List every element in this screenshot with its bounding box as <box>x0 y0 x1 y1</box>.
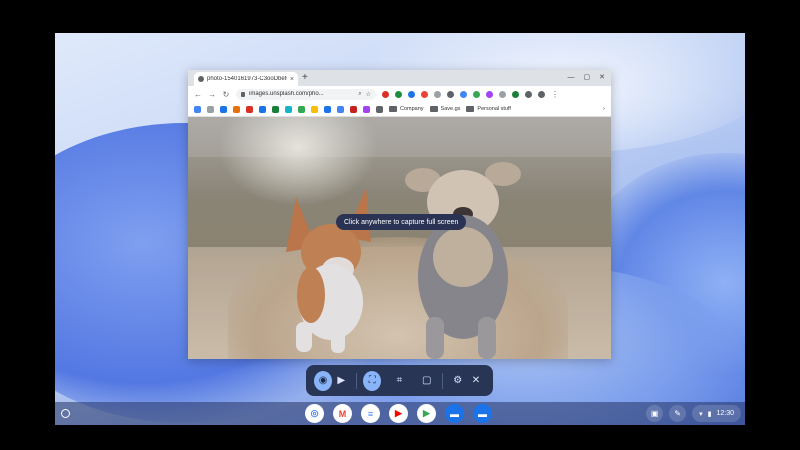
maximize-icon[interactable]: ▢ <box>584 72 591 84</box>
bookmark-icon[interactable] <box>272 105 279 113</box>
close-window-icon[interactable]: ✕ <box>599 72 605 84</box>
bookmark-icon[interactable] <box>311 105 318 113</box>
window-controls: — ▢ ✕ <box>568 72 606 84</box>
bookmark-icon[interactable] <box>246 105 253 113</box>
extension-icon[interactable] <box>434 90 441 98</box>
globe-icon <box>198 76 204 82</box>
bookmark-folder-label: Company <box>400 106 424 112</box>
folder-icon <box>429 106 438 112</box>
bookmark-folder[interactable]: Save.gs <box>429 106 461 112</box>
partial-capture-icon: ⌗ <box>396 375 403 386</box>
files-app-icon[interactable]: ▬ <box>445 404 464 423</box>
forward-icon[interactable]: → <box>208 90 216 99</box>
search-icon[interactable]: ⌕ <box>358 91 361 98</box>
extension-icon[interactable] <box>408 90 415 98</box>
shelf: ◎ M ≡ ▶ ▶ ▬ ▬ ▣ ✎ ▾ ▮ 12:30 <box>55 402 745 425</box>
dog-photo <box>188 117 611 359</box>
minimize-icon[interactable]: — <box>568 72 575 84</box>
extension-icon[interactable] <box>486 90 493 98</box>
reload-icon[interactable]: ↻ <box>222 90 230 99</box>
wifi-icon: ▾ <box>699 410 703 418</box>
capture-settings-button[interactable]: ⚙ <box>449 371 467 391</box>
bookmark-icon[interactable] <box>337 105 344 113</box>
docs-app-icon[interactable]: ≡ <box>361 404 380 423</box>
launcher-icon <box>61 409 70 418</box>
fullscreen-capture-button[interactable]: ⛶ <box>363 370 382 391</box>
bookmark-icon[interactable] <box>285 105 292 113</box>
url-text: images.unsplash.com/pho... <box>249 91 324 97</box>
play-store-app-icon[interactable]: ▶ <box>417 404 436 423</box>
bookmark-icon[interactable] <box>220 105 227 113</box>
extension-icon[interactable] <box>525 90 532 98</box>
status-area[interactable]: ▾ ▮ 12:30 <box>692 405 741 422</box>
extension-icon[interactable] <box>538 90 545 98</box>
new-tab-button[interactable]: + <box>302 72 308 84</box>
capture-tooltip: Click anywhere to capture full screen <box>336 214 467 230</box>
extension-icon[interactable] <box>421 90 428 98</box>
folder-icon <box>389 106 397 112</box>
bookmark-folder-label: Personal stuff <box>477 106 511 112</box>
battery-icon: ▮ <box>707 410 712 418</box>
screen-record-mode-button[interactable]: ▶ <box>332 371 350 391</box>
system-tray: ▣ ✎ ▾ ▮ 12:30 <box>646 405 741 422</box>
bookmark-folder-label: Save.gs <box>440 106 461 112</box>
screen-capture-toolbar: ◉ ▶ ⛶ ⌗ ▢ ⚙ ✕ <box>306 365 493 396</box>
fullscreen-capture-icon: ⛶ <box>368 375 376 386</box>
browser-tab[interactable]: photo-1540161973-C3ooDbetC × <box>194 72 298 86</box>
video-icon: ▶ <box>337 375 346 386</box>
bookmark-folder[interactable]: Personal stuff <box>466 106 511 112</box>
tab-strip: photo-1540161973-C3ooDbetC × + — ▢ ✕ <box>188 70 611 86</box>
bookmark-icon[interactable] <box>194 105 201 113</box>
back-icon[interactable]: ← <box>194 90 202 99</box>
bookmark-icon[interactable] <box>376 105 383 113</box>
extension-icon[interactable] <box>473 90 480 98</box>
extension-icon[interactable] <box>382 90 389 98</box>
window-capture-button[interactable]: ▢ <box>418 371 436 391</box>
clock: 12:30 <box>716 410 734 417</box>
stylus-icon[interactable]: ✎ <box>669 405 687 422</box>
bookmarks-overflow-icon[interactable]: › <box>603 106 605 112</box>
bookmark-folder[interactable]: Company <box>389 106 424 112</box>
star-icon[interactable]: ☆ <box>366 91 371 98</box>
tab-close-icon[interactable]: × <box>290 76 294 83</box>
launcher-button[interactable] <box>59 407 72 420</box>
screenshot-mode-button[interactable]: ◉ <box>314 370 333 391</box>
bookmark-icon[interactable] <box>363 105 370 113</box>
toolbar-divider <box>441 372 443 389</box>
gmail-app-icon[interactable]: M <box>333 404 352 423</box>
capture-overlay[interactable] <box>188 117 611 359</box>
menu-icon[interactable]: ⋮ <box>551 90 559 99</box>
messages-app-icon[interactable]: ▬ <box>473 404 492 423</box>
bookmark-icon[interactable] <box>207 105 214 113</box>
extension-icon[interactable] <box>499 90 506 98</box>
extension-icon[interactable] <box>512 90 519 98</box>
extension-icon[interactable] <box>447 90 454 98</box>
settings-icon: ⚙ <box>453 375 463 386</box>
folder-icon <box>466 106 475 112</box>
extension-icon[interactable] <box>395 90 402 98</box>
close-icon: ✕ <box>471 375 481 386</box>
browser-toolbar: ← → ↻ images.unsplash.com/pho... ⌕ ☆ ⋮ <box>188 86 611 102</box>
bookmark-icon[interactable] <box>259 105 266 113</box>
bookmark-icon[interactable] <box>233 105 240 113</box>
lock-icon <box>241 91 245 97</box>
camera-icon: ◉ <box>318 375 328 386</box>
bookmark-icon[interactable] <box>350 105 357 113</box>
youtube-app-icon[interactable]: ▶ <box>389 404 408 423</box>
close-capture-button[interactable]: ✕ <box>467 371 485 391</box>
bookmark-icon[interactable] <box>298 105 305 113</box>
pinned-apps: ◎ M ≡ ▶ ▶ ▬ ▬ <box>305 404 492 423</box>
bookmarks-bar: Company Save.gs Personal stuff › <box>188 102 611 117</box>
extension-icon[interactable] <box>460 90 467 98</box>
window-capture-icon: ▢ <box>421 375 432 386</box>
partial-capture-button[interactable]: ⌗ <box>390 371 408 391</box>
chrome-app-icon[interactable]: ◎ <box>305 404 324 423</box>
tab-title: photo-1540161973-C3ooDbetC <box>207 76 287 82</box>
toolbar-divider <box>356 372 358 389</box>
address-bar[interactable]: images.unsplash.com/pho... ⌕ ☆ <box>236 88 376 100</box>
clipboard-icon[interactable]: ▣ <box>646 405 664 422</box>
bookmark-icon[interactable] <box>324 105 331 113</box>
